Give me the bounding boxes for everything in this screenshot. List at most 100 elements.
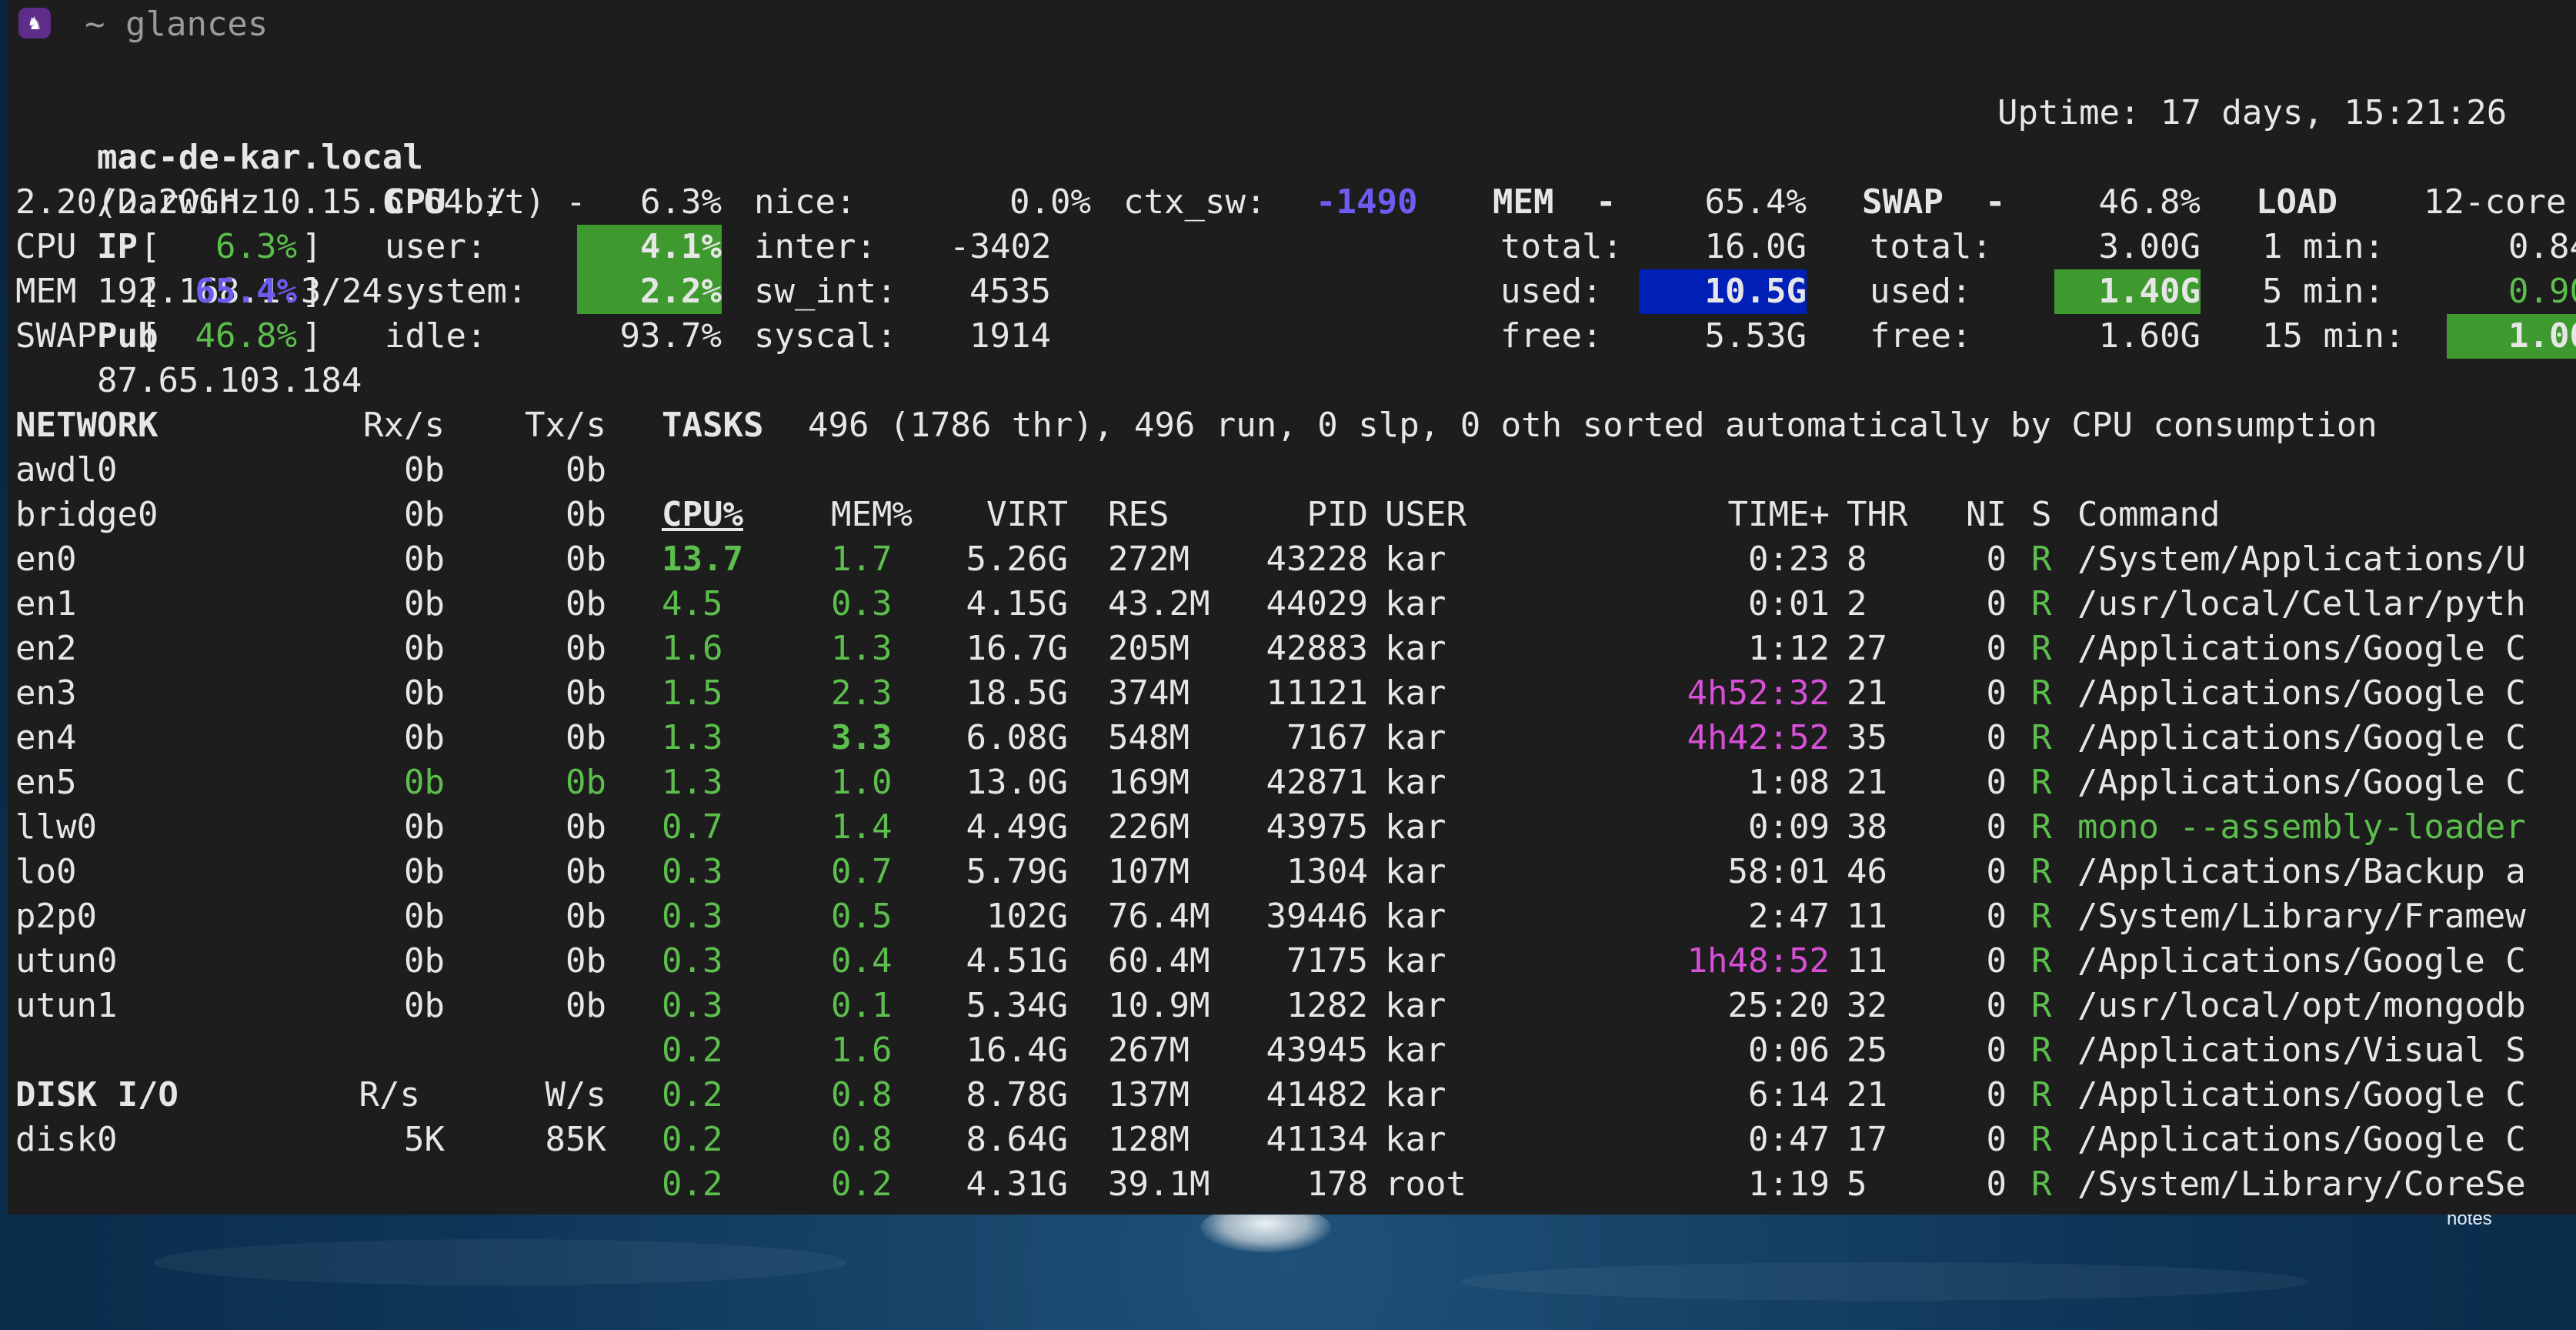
command-value: /System/Library/CoreSe <box>2077 1165 2526 1204</box>
terminal-titlebar[interactable]: ♞ ~ glances <box>8 0 2576 46</box>
mem-percent: 3.3 <box>831 718 893 757</box>
thr-value: 2 <box>1847 584 1867 623</box>
virt-value: 102G <box>986 897 1068 936</box>
unicorn-icon: ♞ <box>18 8 51 38</box>
ql-cpu-bracket-close: ] <box>302 227 322 266</box>
status-value: R <box>2031 673 2052 713</box>
col-mem-header[interactable]: MEM% <box>831 493 913 537</box>
col-res-header[interactable]: RES <box>1108 493 1169 537</box>
diskio-header: DISK I/O R/s W/s <box>15 1073 606 1118</box>
col-virt-header[interactable]: VIRT <box>939 493 1068 537</box>
mem-percent: 1.3 <box>831 629 893 668</box>
mem-percent: 0.3 <box>831 584 893 623</box>
mem-total-label: total: <box>1500 227 1623 266</box>
inter-value: -3402 <box>949 227 1052 266</box>
system-label: system: <box>385 272 528 311</box>
col-pid-header[interactable]: PID <box>1239 493 1368 537</box>
mem-percent: 1.6 <box>831 1031 893 1070</box>
swap-title: SWAP <box>1862 182 1944 222</box>
tx-value: 0b <box>566 450 606 490</box>
ni-value: 0 <box>1986 673 2007 713</box>
cpu-percent: 0.3 <box>662 986 723 1025</box>
terminal-window[interactable]: ♞ ~ glances mac-de-kar.local (Darwin 10.… <box>8 0 2576 1215</box>
status-value: R <box>2031 1075 2052 1114</box>
cpu-total: 6.3% <box>640 182 722 222</box>
syscal-value: 1914 <box>969 316 1051 356</box>
ctx-sw-value: -1490 <box>1316 182 1418 222</box>
res-value: 76.4M <box>1108 897 1210 936</box>
col-thr-header[interactable]: THR <box>1847 493 1907 537</box>
ni-value: 0 <box>1986 584 2007 623</box>
cpu-frequency: 2.20/2.20GHz <box>15 182 260 222</box>
idle-value: 93.7% <box>619 316 722 356</box>
status-value: R <box>2031 897 2052 936</box>
status-value: R <box>2031 986 2052 1025</box>
mem-pct: 65.4% <box>1704 182 1807 222</box>
time-value: 1:12 <box>1748 629 1830 668</box>
tx-value: 0b <box>566 718 606 757</box>
command-value: /System/Applications/U <box>2077 540 2526 579</box>
mem-used-label: used: <box>1500 272 1603 311</box>
res-value: 10.9M <box>1108 986 1210 1025</box>
swap-total-label: total: <box>1870 227 1992 266</box>
tx-value: 0b <box>566 986 606 1025</box>
swap-free-label: free: <box>1870 316 1972 356</box>
thr-value: 17 <box>1847 1120 1887 1159</box>
time-value: 0:09 <box>1748 807 1830 847</box>
col-ni-header[interactable]: NI <box>1924 493 2007 537</box>
virt-value: 13.0G <box>966 763 1068 802</box>
col-time-header[interactable]: TIME+ <box>1639 493 1830 537</box>
col-s-header[interactable]: S <box>2031 493 2052 537</box>
mem-percent: 0.8 <box>831 1120 893 1159</box>
cpu-percent: 0.3 <box>662 941 723 981</box>
command-value: /Applications/Google C <box>2077 1075 2526 1114</box>
load-5min: 0.90 <box>2508 272 2576 311</box>
pid-value: 11121 <box>1266 673 1368 713</box>
col-cmd-header[interactable]: Command <box>2077 493 2220 537</box>
rx-value: 0b <box>404 941 445 981</box>
nice-value: 0.0% <box>1009 182 1091 222</box>
command-value: /usr/local/opt/mongodb <box>2077 986 2526 1025</box>
pid-value: 7175 <box>1286 941 1368 981</box>
tx-value: 0b <box>566 495 606 534</box>
command-value: /System/Library/Framew <box>2077 897 2526 936</box>
ql-mem-pct: 65.4% <box>195 272 297 311</box>
mem-percent: 0.8 <box>831 1075 893 1114</box>
time-value: 0:06 <box>1748 1031 1830 1070</box>
time-value: 6:14 <box>1748 1075 1830 1114</box>
swap-free: 1.60G <box>2098 316 2201 356</box>
command-value: mono --assembly-loader <box>2077 807 2526 847</box>
swap-used: 1.40G <box>2054 269 2201 314</box>
command-value: /Applications/Backup a <box>2077 852 2526 891</box>
pid-value: 1304 <box>1286 852 1368 891</box>
virt-value: 8.64G <box>966 1120 1068 1159</box>
pid-value: 41134 <box>1266 1120 1368 1159</box>
user-value: 4.1% <box>577 225 722 269</box>
stats-row-2: CPU [ 6.3% ] user: 4.1% inter: -3402 tot… <box>15 225 2576 269</box>
ql-swap-label: SWAP <box>15 316 97 356</box>
mem-total: 16.0G <box>1704 227 1807 266</box>
virt-value: 5.26G <box>966 540 1068 579</box>
time-value: 0:47 <box>1748 1120 1830 1159</box>
mem-percent: 0.7 <box>831 852 893 891</box>
tasks-title: TASKS <box>662 406 764 445</box>
tx-value: 0b <box>566 763 606 802</box>
user-value: kar <box>1385 897 1446 936</box>
col-cpu-header[interactable]: CPU% <box>662 493 816 537</box>
pid-value: 43975 <box>1266 807 1368 847</box>
virt-value: 5.34G <box>966 986 1068 1025</box>
wave <box>154 1239 846 1285</box>
res-value: 39.1M <box>1108 1165 1210 1204</box>
status-value: R <box>2031 629 2052 668</box>
virt-value: 8.78G <box>966 1075 1068 1114</box>
rx-value: 0b <box>404 540 445 579</box>
thr-value: 25 <box>1847 1031 1887 1070</box>
ni-value: 0 <box>1986 540 2007 579</box>
user-value: kar <box>1385 718 1446 757</box>
disk-read: 5K <box>404 1120 445 1159</box>
res-value: 107M <box>1108 852 1190 891</box>
col-user-header[interactable]: USER <box>1385 493 1467 537</box>
load-5min-label: 5 min: <box>2262 272 2384 311</box>
tx-value: 0b <box>566 941 606 981</box>
mem-percent: 1.4 <box>831 807 893 847</box>
